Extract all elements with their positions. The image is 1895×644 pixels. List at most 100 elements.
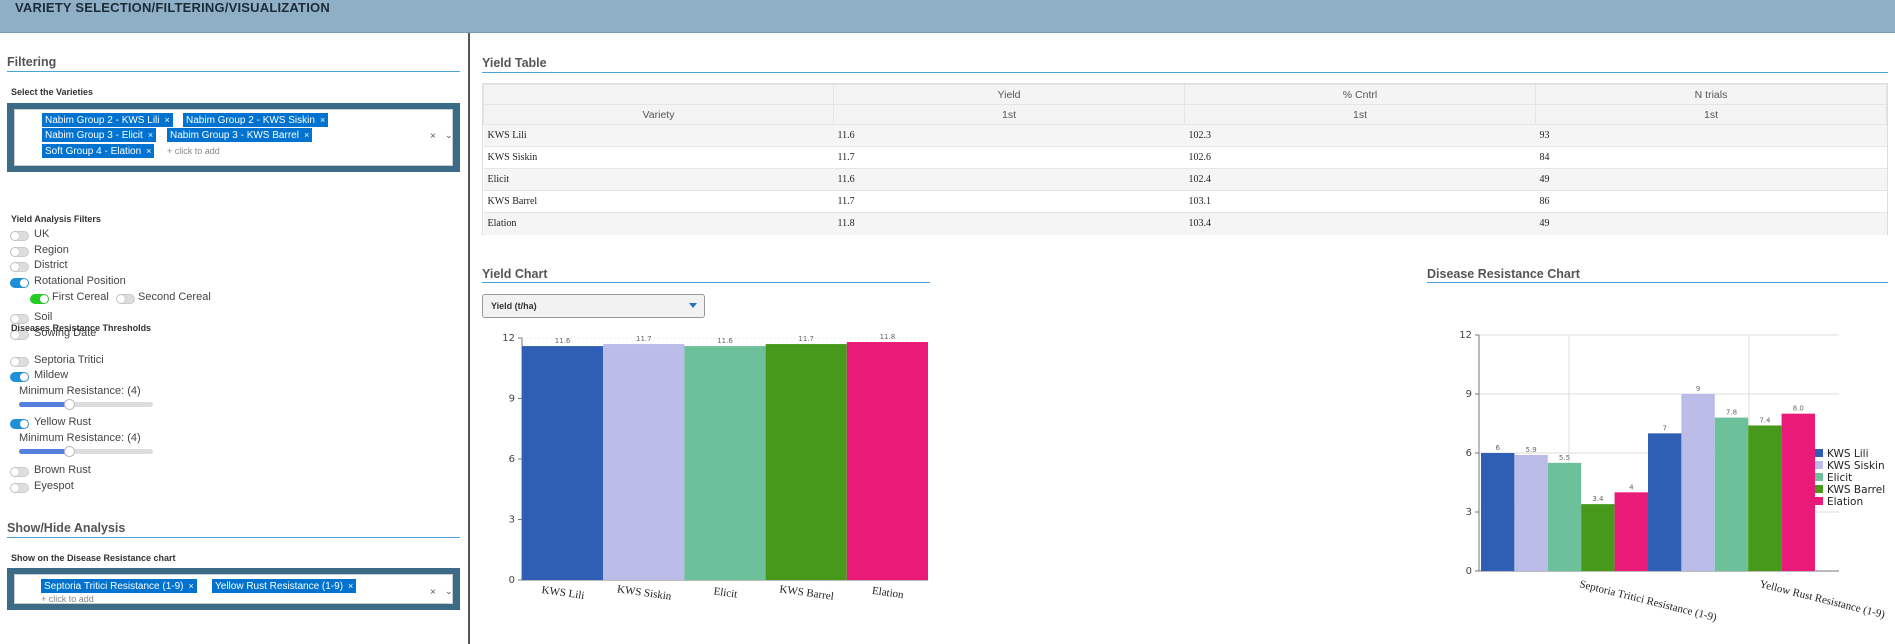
disease-chart-title: Disease Resistance Chart [1427,267,1580,281]
variety-tag[interactable]: Nabim Group 3 - Elicit × [42,128,157,142]
toggle-eyespot[interactable] [10,483,29,493]
table-row: KWS Siskin 11.7 102.6 84 [483,146,1887,169]
show-hide-rule [7,537,460,538]
table-cell: 11.6 [833,124,1185,147]
top-bar: VARIETY SELECTION/FILTERING/VISUALIZATIO… [0,0,1895,33]
table-group-header[interactable]: Yield [833,84,1185,105]
bar [846,342,928,580]
click-to-add[interactable]: + click to add [41,594,94,604]
table-cell: 84 [1535,146,1887,169]
filter-sidebar: Filtering Select the Varieties Nabim Gro… [0,33,470,644]
table-group-header[interactable]: N trials [1535,84,1887,105]
table-cell: 86 [1535,190,1887,213]
chevron-down-icon[interactable]: ⌄ [445,586,453,597]
y-tick-label: 6 [509,454,515,465]
toggle-first-cereal[interactable] [30,294,49,304]
x-tick-label: KWS Lili [541,584,585,602]
table-cell: Elicit [483,168,834,191]
toggle-label: Region [34,244,69,256]
toggle-brown-rust[interactable] [10,467,29,477]
table-header[interactable]: 1st [833,104,1185,125]
yellow-rust-slider-fill [19,449,70,454]
data-label: 11.6 [717,337,733,345]
toggle-rotational-position[interactable] [10,278,29,288]
toggle-uk[interactable] [10,231,29,241]
bar [765,344,847,580]
click-to-add[interactable]: + click to add [167,146,220,156]
variety-tag[interactable]: Nabim Group 3 - KWS Barrel × [167,128,313,142]
caret-down-icon[interactable] [689,303,697,308]
bar [522,346,604,580]
toggle-second-cereal[interactable] [116,294,135,304]
remove-tag-icon[interactable]: × [148,130,153,140]
clear-icon[interactable]: × [430,587,436,598]
bar [1748,425,1782,571]
toggle-label: Brown Rust [34,464,91,476]
table-header[interactable]: 1st [1184,104,1536,125]
y-tick-label: 6 [1466,448,1472,459]
data-label: 7 [1662,424,1666,432]
clear-icon[interactable]: × [430,131,436,142]
analysis-tag[interactable]: Yellow Rust Resistance (1-9) × [212,579,357,593]
toggle-region[interactable] [10,247,29,257]
table-row: KWS Lili 11.6 102.3 93 [483,124,1887,147]
toggle-mildew[interactable] [10,372,29,382]
toggle-label: Eyespot [34,480,74,492]
legend-swatch [1815,461,1823,469]
yield-filters-label: Yield Analysis Filters [11,214,101,224]
slider-handle[interactable] [64,399,76,410]
x-tick-label: Yellow Rust Resistance (1-9) [1758,578,1886,621]
yield-table-rule [482,72,1888,73]
varieties-input[interactable]: Nabim Group 2 - KWS Lili × Nabim Group 2 … [14,109,453,166]
remove-tag-icon[interactable]: × [304,130,309,140]
toggle-yellow-rust[interactable] [10,419,29,429]
table-header[interactable]: Variety [483,104,834,125]
remove-tag-icon[interactable]: × [164,115,169,125]
legend-label: KWS Barrel [1827,484,1885,496]
yellow-rust-min-label: Minimum Resistance: (4) [19,432,141,444]
legend-swatch [1815,473,1823,481]
remove-tag-icon[interactable]: × [146,146,151,156]
y-tick-label: 0 [1466,566,1472,577]
table-group-header[interactable]: % Cntrl [1184,84,1536,105]
data-label: 11.6 [555,337,571,345]
remove-tag-icon[interactable]: × [320,115,325,125]
mildew-slider[interactable] [19,399,153,410]
analysis-tag[interactable]: Septoria Tritici Resistance (1-9) × [41,579,197,593]
table-header[interactable]: 1st [1535,104,1887,125]
remove-tag-icon[interactable]: × [348,581,353,591]
variety-tag[interactable]: Nabim Group 2 - KWS Siskin × [183,113,329,127]
toggle-label: District [34,259,68,271]
disease-thresholds-label: Diseases Resistance Thresholds [11,323,152,333]
table-cell: 103.4 [1184,212,1536,235]
analysis-input[interactable]: Septoria Tritici Resistance (1-9) × Yello… [14,574,453,604]
data-label: 11.7 [798,335,814,343]
chevron-down-icon[interactable]: ⌄ [445,130,453,141]
remove-tag-icon[interactable]: × [189,581,194,591]
table-cell: 11.7 [833,146,1185,169]
variety-tag[interactable]: Soft Group 4 - Elation × [42,144,155,158]
toggle-septoria[interactable] [10,357,29,367]
table-cell: Elation [483,212,834,235]
slider-handle[interactable] [64,446,76,457]
table-cell: 102.6 [1184,146,1536,169]
toggle-label: Second Cereal [138,291,211,303]
variety-tag[interactable]: Nabim Group 2 - KWS Lili × [42,113,173,127]
bar [1648,433,1682,571]
toggle-district[interactable] [10,262,29,272]
data-label: 9 [1696,385,1700,393]
table-cell: 11.8 [833,212,1185,235]
app-title: VARIETY SELECTION/FILTERING/VISUALIZATIO… [15,0,330,15]
yield-metric-select[interactable]: Yield (t/ha) [482,294,705,318]
y-tick-label: 0 [509,575,515,586]
x-tick-label: KWS Barrel [779,583,835,602]
yellow-rust-slider[interactable] [19,446,153,457]
legend-label: KWS Siskin [1827,460,1885,472]
bar [1581,504,1615,571]
table-row: Elicit 11.6 102.4 49 [483,168,1887,191]
filtering-title: Filtering [7,55,57,69]
data-label: 5.5 [1559,454,1570,462]
legend-swatch [1815,485,1823,493]
yield-table: Yield % Cntrl N trials Variety 1st 1st 1… [482,83,1888,235]
table-cell: 102.4 [1184,168,1536,191]
